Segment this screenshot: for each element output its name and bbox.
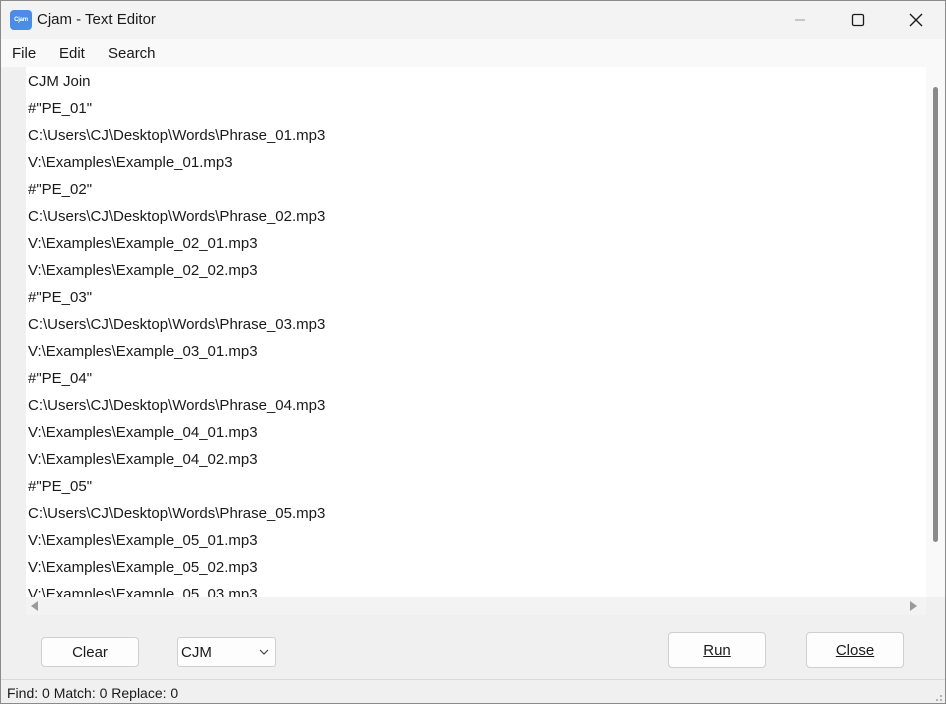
menu-edit[interactable]: Edit (59, 45, 85, 62)
vertical-scrollbar[interactable] (926, 67, 945, 597)
clear-button[interactable]: Clear (41, 637, 139, 667)
editor-line: CJM Join (28, 73, 91, 90)
minimize-button[interactable] (771, 1, 829, 39)
text-editor-area[interactable]: CJM Join #"PE_01" C:\Users\CJ\Desktop\Wo… (26, 67, 926, 597)
title-bar[interactable]: Cjam Cjam - Text Editor (1, 1, 945, 39)
editor-line: V:\Examples\Example_02_02.mp3 (28, 262, 258, 279)
status-text: Find: 0 Match: 0 Replace: 0 (7, 685, 179, 701)
clear-button-label: Clear (72, 643, 108, 661)
maximize-icon (851, 13, 865, 27)
editor-line: #"PE_05" (28, 478, 93, 495)
vertical-scrollbar-thumb[interactable] (933, 87, 938, 542)
editor-line: V:\Examples\Example_02_01.mp3 (28, 235, 258, 252)
editor-line: V:\Examples\Example_05_01.mp3 (28, 532, 258, 549)
chevron-down-icon (259, 649, 269, 655)
run-button-label: Run (703, 641, 731, 659)
text-editor-window: Cjam Cjam - Text Editor File Edit Search… (0, 0, 946, 704)
scroll-right-arrow-icon[interactable] (910, 601, 917, 611)
editor-line: V:\Examples\Example_05_02.mp3 (28, 559, 258, 576)
maximize-button[interactable] (829, 1, 887, 39)
editor-line: V:\Examples\Example_05_03.mp3 (28, 586, 258, 597)
minimize-icon (795, 19, 805, 21)
editor-line: V:\Examples\Example_04_02.mp3 (28, 451, 258, 468)
editor-line: C:\Users\CJ\Desktop\Words\Phrase_04.mp3 (28, 397, 326, 414)
run-button[interactable]: Run (668, 632, 766, 668)
app-icon-label: Cjam (14, 17, 28, 23)
menu-file[interactable]: File (12, 45, 36, 62)
editor-line: #"PE_04" (28, 370, 93, 387)
horizontal-scrollbar[interactable] (26, 597, 926, 615)
menu-bar: File Edit Search (1, 39, 945, 67)
editor-line: V:\Examples\Example_01.mp3 (28, 154, 233, 171)
editor-line: C:\Users\CJ\Desktop\Words\Phrase_03.mp3 (28, 316, 326, 333)
editor-line: C:\Users\CJ\Desktop\Words\Phrase_02.mp3 (28, 208, 326, 225)
resize-grip-icon[interactable] (933, 692, 943, 702)
editor-line: V:\Examples\Example_04_01.mp3 (28, 424, 258, 441)
scroll-left-arrow-icon[interactable] (31, 601, 38, 611)
editor-line: C:\Users\CJ\Desktop\Words\Phrase_05.mp3 (28, 505, 326, 522)
window-title: Cjam - Text Editor (37, 11, 156, 28)
editor-line: #"PE_03" (28, 289, 93, 306)
editor-line: V:\Examples\Example_03_01.mp3 (28, 343, 258, 360)
close-icon (909, 13, 923, 27)
editor-line: #"PE_02" (28, 181, 93, 198)
close-button-label: Close (835, 641, 875, 659)
window-close-button[interactable] (887, 1, 945, 39)
mode-select[interactable]: CJM (177, 637, 276, 667)
editor-line: C:\Users\CJ\Desktop\Words\Phrase_01.mp3 (28, 127, 326, 144)
status-bar: Find: 0 Match: 0 Replace: 0 (1, 679, 945, 703)
editor-line: #"PE_01" (28, 100, 93, 117)
app-icon: Cjam (10, 10, 32, 30)
mode-select-value: CJM (181, 644, 212, 661)
close-button[interactable]: Close (806, 632, 904, 668)
menu-search[interactable]: Search (108, 45, 156, 62)
